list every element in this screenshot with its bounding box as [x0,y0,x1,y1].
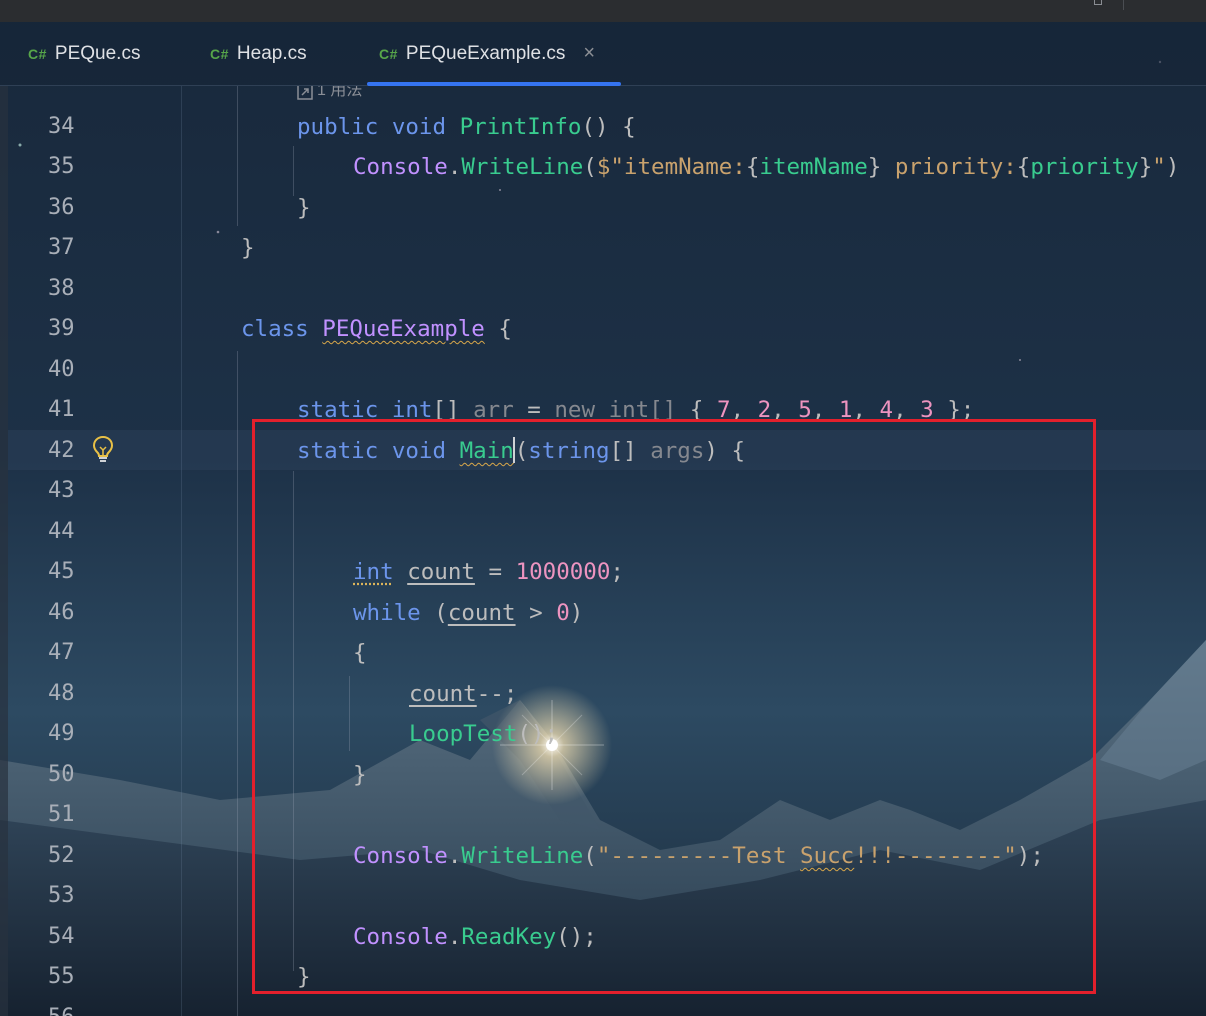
interpolated-field: priority [1030,154,1139,180]
punctuation: ( [583,154,597,180]
line-number: 54 [48,924,75,949]
line-number: 52 [48,843,75,868]
string: " [1152,154,1166,180]
line-number-gutter: 34 35 36 37 38 39 40 41 42 43 44 45 46 4… [8,86,182,1016]
line-number: 34 [48,114,75,139]
class-name: PEQueExample [322,316,485,342]
line-number: 41 [48,397,75,422]
punctuation: ) [1165,154,1180,180]
keyword: public [297,114,379,140]
interpolated-field: itemName [759,154,868,180]
line-number: 53 [48,883,75,908]
line-number: 35 [48,154,75,179]
line-number: 36 [48,195,75,220]
line-number: 48 [48,681,75,706]
keyword: class [241,316,309,342]
csharp-file-icon: C# [210,45,229,62]
line-number: 47 [48,640,75,665]
line-number: 39 [48,316,75,341]
line-number: 50 [48,762,75,787]
keyword: void [391,114,447,140]
method-name: WriteLine [461,154,584,180]
code-line-39: class PEQueExample { [241,314,512,344]
line-number: 45 [48,559,75,584]
usages-icon [297,86,313,100]
line-number: 49 [48,721,75,746]
csharp-file-icon: C# [28,45,47,62]
code-line-36: } [297,195,311,221]
lightbulb-icon[interactable] [92,435,114,463]
indent-guide [293,146,294,196]
type-name: Console [353,154,448,180]
line-number: 56 [48,1003,88,1016]
punctuation: () { [581,114,636,140]
code-line-35: Console.WriteLine($"itemName:{itemName} … [353,152,1179,182]
window-top-strip [0,0,1206,22]
brace: { [745,154,760,180]
close-icon[interactable]: × [583,42,595,65]
line-number: 44 [48,519,75,544]
window-control-icon[interactable] [1094,0,1102,5]
string: priority: [881,154,1017,180]
tab-heap[interactable]: C# Heap.cs [210,22,307,85]
tab-peque[interactable]: C# PEQue.cs [28,22,140,85]
line-number: 42 [48,438,75,463]
indent-guide [237,351,238,1016]
brace: { [498,316,512,342]
divider [1123,0,1124,10]
line-number: 46 [48,600,75,625]
left-tool-strip [0,86,8,1016]
usages-text: 1 用法 [317,86,363,99]
csharp-file-icon: C# [379,45,398,62]
usages-hint[interactable]: 1 用法 [297,86,362,100]
tab-label: PEQue.cs [54,42,141,64]
line-number: 55 [48,964,75,989]
line-number: 51 [48,802,75,827]
line-number: 37 [48,235,75,260]
annotation-highlight-box [252,419,1096,994]
indent-guide [237,86,238,226]
code-line-37: } [241,235,255,261]
string: $"itemName: [596,154,746,180]
method-name: PrintInfo [459,114,582,140]
line-number: 40 [48,357,75,382]
tab-label: PEQueExample.cs [405,42,566,64]
brace: } [867,154,882,180]
editor-tab-bar: C# PEQue.cs C# Heap.cs C# PEQueExample.c… [0,22,1206,86]
line-number: 43 [48,478,75,503]
punctuation: . [447,154,462,180]
tab-pequeexample[interactable]: C# PEQueExample.cs × [366,22,622,86]
brace: { [1016,154,1031,180]
tab-label: Heap.cs [236,42,307,64]
brace: } [1138,154,1153,180]
code-line-34: public void PrintInfo() { [297,112,636,142]
line-number: 38 [48,276,75,301]
